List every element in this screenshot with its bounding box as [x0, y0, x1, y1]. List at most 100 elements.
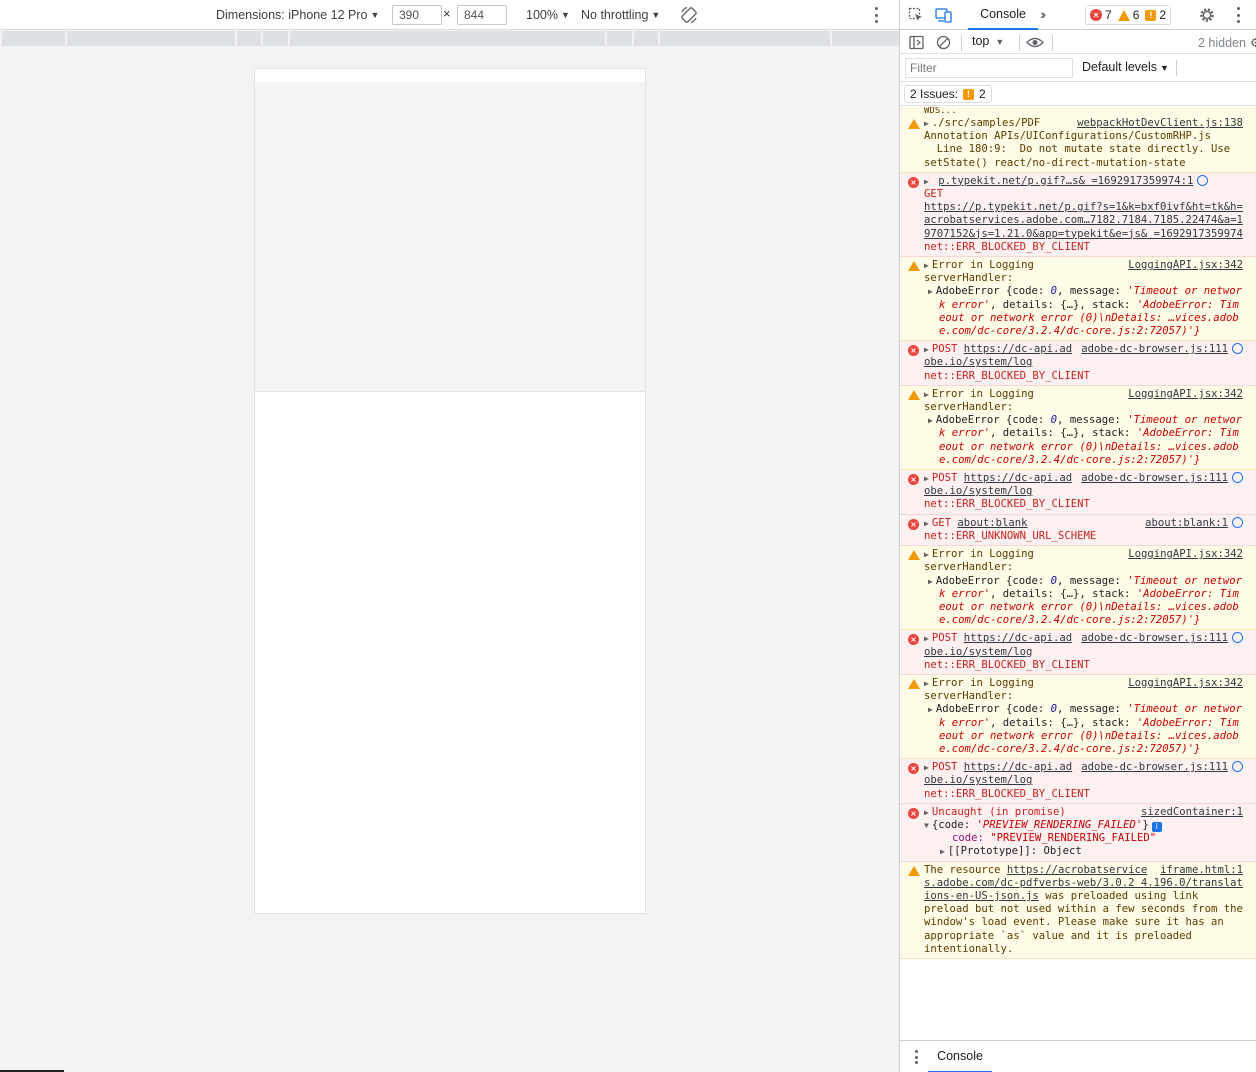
device-viewport[interactable] — [254, 68, 646, 914]
source-link[interactable]: iframe.html:1 — [1160, 864, 1243, 877]
source-link[interactable]: LoggingAPI.jsx:342 — [1128, 677, 1243, 690]
more-options-icon[interactable] — [874, 7, 878, 23]
media-segment[interactable] — [634, 31, 660, 46]
source-link[interactable]: p.typekit.net/p.gif?…s& =1692917359974:1 — [938, 175, 1193, 187]
throttling-select[interactable]: No throttling ▼ — [581, 0, 660, 30]
log-text: serverHandler: — [924, 690, 1014, 703]
info-icon[interactable]: i — [1151, 821, 1162, 832]
source-link[interactable]: adobe-dc-browser.js:111 — [1081, 761, 1243, 774]
log-entry-warning[interactable]: LoggingAPI.jsx:342 ▶ Error in Logging ser… — [900, 546, 1256, 631]
log-entry-warning[interactable]: LoggingAPI.jsx:342 ▶ Error in Logging ser… — [900, 385, 1256, 471]
source-link[interactable]: LoggingAPI.jsx:342 — [1128, 548, 1243, 561]
log-entry-error[interactable]: × adobe-dc-browser.js:111 ▶ POST https://… — [900, 470, 1256, 515]
clear-console-icon[interactable] — [936, 35, 951, 50]
request-url[interactable]: about:blank — [957, 517, 1027, 529]
log-entry-error[interactable]: × adobe-dc-browser.js:111 ▶ POST https://… — [900, 759, 1256, 804]
error-object[interactable]: ▶ AdobeError {code: 0, message: 'Timeout … — [924, 703, 1243, 756]
expand-triangle-icon[interactable]: ▶ — [924, 761, 929, 774]
issue-counters[interactable]: × 7 6 ! 2 — [1085, 5, 1172, 25]
prototype-row[interactable]: ▶ [[Prototype]]: Object — [924, 845, 1243, 858]
object-key: code: — [952, 832, 984, 845]
expand-triangle-icon[interactable]: ▶ — [924, 175, 929, 188]
object-value: {…} — [1060, 716, 1080, 729]
log-entry-error[interactable]: × about:blank:1 ▶ GET about:blank net::ER… — [900, 514, 1256, 547]
source-link[interactable]: about:blank:1 — [1145, 516, 1243, 530]
console-log[interactable]: WDS... webpackHotDevClient.js:138 ▶ ./src… — [900, 107, 1256, 1037]
more-tabs-icon[interactable]: ›› — [1040, 6, 1047, 22]
issues-button[interactable]: 2 Issues: ! 2 — [904, 85, 992, 103]
source-link[interactable]: LoggingAPI.jsx:342 — [1128, 388, 1243, 401]
expand-triangle-icon[interactable]: ▶ — [928, 703, 933, 716]
sidebar-toggle-icon[interactable] — [909, 35, 924, 50]
expand-triangle-icon[interactable]: ▶ — [928, 575, 933, 588]
log-entry-warning[interactable]: LoggingAPI.jsx:342 ▶ Error in Logging ser… — [900, 257, 1256, 342]
network-request-icon[interactable] — [1232, 343, 1243, 355]
network-request-icon[interactable] — [1232, 516, 1243, 528]
expand-triangle-icon[interactable]: ▶ — [924, 343, 929, 356]
log-entry-error[interactable]: × sizedContainer:1 ▶ Uncaught (in promise… — [900, 803, 1256, 862]
network-request-icon[interactable] — [1197, 174, 1209, 186]
media-segment[interactable] — [290, 31, 607, 46]
zoom-select[interactable]: 100% ▼ — [526, 0, 570, 30]
drawer-tab-console[interactable]: Console — [928, 1041, 992, 1072]
error-object[interactable]: ▼ {code: 'PREVIEW_RENDERING_FAILED'} i — [924, 818, 1162, 832]
device-select[interactable]: Dimensions: iPhone 12 Pro ▼ — [216, 0, 379, 30]
request-url[interactable]: https://p.typekit.net/p.gif?s=1&k=bxf0iv… — [924, 201, 1243, 239]
expand-triangle-icon[interactable]: ▶ — [924, 806, 929, 819]
tab-console[interactable]: Console — [968, 0, 1038, 30]
source-link[interactable]: adobe-dc-browser.js:111 — [1081, 343, 1243, 356]
expand-triangle-icon[interactable]: ▶ — [924, 259, 929, 272]
object-text: {code: — [931, 818, 977, 831]
expand-triangle-icon[interactable]: ▶ — [924, 472, 929, 485]
expand-triangle-icon[interactable]: ▶ — [924, 632, 929, 645]
media-segment[interactable] — [2, 31, 67, 46]
rotate-icon[interactable] — [679, 5, 699, 25]
source-link[interactable]: webpackHotDevClient.js:138 — [1077, 117, 1243, 130]
media-segment[interactable] — [660, 31, 832, 46]
expand-triangle-icon[interactable]: ▶ — [924, 388, 929, 401]
media-segment[interactable] — [263, 31, 290, 46]
log-entry-warning[interactable]: iframe.html:1 The resource https://acrob… — [900, 861, 1256, 959]
expand-triangle-icon[interactable]: ▶ — [924, 117, 929, 130]
log-entry-error[interactable]: × ▶ p.typekit.net/p.gif?…s& =16929173599… — [900, 172, 1256, 258]
expand-triangle-icon[interactable]: ▶ — [928, 414, 933, 427]
customize-devtools-icon[interactable] — [1236, 7, 1240, 23]
expand-triangle-icon[interactable]: ▶ — [928, 285, 933, 298]
error-object[interactable]: ▶ AdobeError {code: 0, message: 'Timeout … — [924, 285, 1243, 338]
expand-triangle-icon[interactable]: ▶ — [940, 845, 945, 858]
inspect-element-icon[interactable] — [908, 7, 924, 23]
network-request-icon[interactable] — [1232, 632, 1243, 644]
live-expression-eye-icon[interactable] — [1026, 36, 1044, 49]
network-request-icon[interactable] — [1232, 472, 1243, 484]
source-link[interactable]: sizedContainer:1 — [1141, 806, 1243, 819]
log-levels-select[interactable]: Default levels ▼ — [1082, 60, 1169, 74]
log-entry-error[interactable]: × adobe-dc-browser.js:111 ▶ POST https://… — [900, 630, 1256, 675]
caret-down-icon: ▼ — [651, 10, 661, 20]
log-entry-warning[interactable]: LoggingAPI.jsx:342 ▶ Error in Logging ser… — [900, 674, 1256, 760]
gear-icon[interactable] — [1198, 6, 1216, 24]
log-entry-error[interactable]: × adobe-dc-browser.js:111 ▶ POST https://… — [900, 341, 1256, 386]
media-segment[interactable] — [607, 31, 634, 46]
collapse-triangle-icon[interactable]: ▼ — [924, 819, 929, 832]
width-input[interactable] — [392, 5, 442, 25]
media-segment[interactable] — [832, 31, 895, 46]
network-request-icon[interactable] — [1232, 761, 1243, 773]
expand-triangle-icon[interactable]: ▶ — [924, 677, 929, 690]
log-entry-warning[interactable]: webpackHotDevClient.js:138 ▶ ./src/sample… — [900, 115, 1256, 173]
error-object[interactable]: ▶ AdobeError {code: 0, message: 'Timeout … — [924, 575, 1243, 628]
height-input[interactable] — [457, 5, 507, 25]
source-link[interactable]: adobe-dc-browser.js:111 — [1081, 632, 1243, 645]
media-segment[interactable] — [237, 31, 263, 46]
settings-gear-icon[interactable]: ⚙ — [1250, 36, 1256, 50]
expand-triangle-icon[interactable]: ▶ — [924, 548, 929, 561]
device-toolbar-toggle-icon[interactable] — [935, 7, 953, 23]
expand-triangle-icon[interactable]: ▶ — [924, 517, 929, 530]
media-segment[interactable] — [67, 31, 237, 46]
filter-input[interactable] — [905, 58, 1073, 78]
source-link[interactable]: LoggingAPI.jsx:342 — [1128, 259, 1243, 272]
drawer-menu-icon[interactable] — [914, 1050, 918, 1064]
media-query-bar[interactable] — [2, 31, 899, 46]
source-link[interactable]: adobe-dc-browser.js:111 — [1081, 472, 1243, 485]
error-object[interactable]: ▶ AdobeError {code: 0, message: 'Timeout … — [924, 414, 1243, 467]
context-select[interactable]: top ▼ — [972, 34, 1004, 48]
